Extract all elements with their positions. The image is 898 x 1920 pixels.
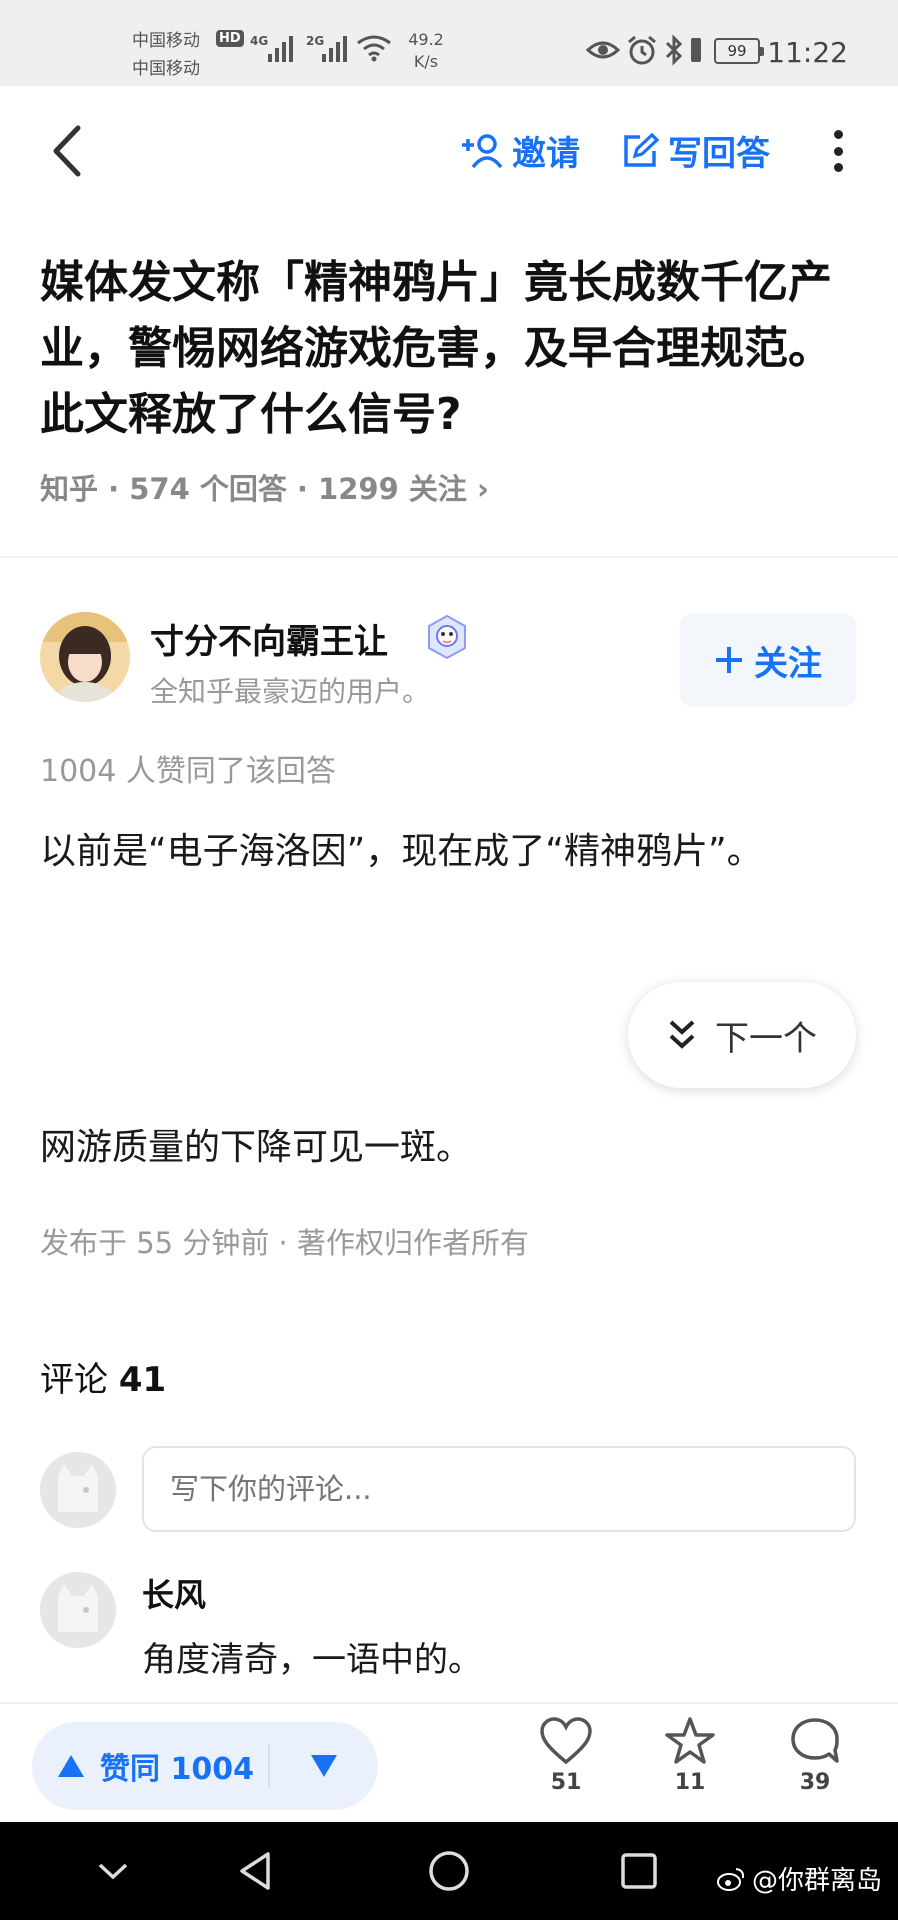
comment-input[interactable] (142, 1446, 856, 1532)
edit-icon (624, 132, 660, 167)
divider (0, 556, 898, 558)
invite-label: 邀请 (512, 134, 580, 174)
weibo-logo-icon (716, 1867, 745, 1891)
comments-heading-label: 评论 (40, 1360, 108, 1400)
vibrate-battery-icon (691, 38, 701, 62)
next-answer-button[interactable]: 下一个 (628, 982, 856, 1088)
clock: 11:22 (767, 36, 848, 69)
plus-icon (716, 647, 742, 673)
invite-button[interactable]: 邀请 (460, 126, 580, 175)
question-meta[interactable]: 知乎 · 574 个回答 · 1299 关注 › (40, 466, 489, 508)
heart-icon (540, 1717, 592, 1765)
signal-icon (322, 30, 352, 62)
upvote-button[interactable]: 赞同 1004 (32, 1722, 268, 1810)
comment-count: 39 (799, 1770, 831, 1795)
publish-info: 发布于 55 分钟前 · 著作权归作者所有 (40, 1226, 529, 1260)
answer-paragraph: 以前是“电子海洛因”，现在成了“精神鸦片”。 (40, 831, 763, 872)
hide-keyboard-icon[interactable] (88, 1846, 138, 1896)
top-nav-bar: 邀请 写回答 (0, 86, 898, 214)
eye-icon (586, 41, 620, 59)
net-speed-unit: K/s (413, 52, 439, 71)
avatar-image (40, 612, 130, 702)
upvote-label: 赞同 1004 (100, 1752, 254, 1787)
alarm-icon (628, 35, 656, 65)
author-bio: 全知乎最豪迈的用户。 (150, 675, 431, 708)
like-button[interactable]: 51 (526, 1716, 606, 1795)
hd-badge: HD (216, 30, 244, 47)
favorite-button[interactable]: 11 (650, 1716, 730, 1795)
my-avatar (40, 1452, 116, 1528)
commenter-avatar[interactable] (40, 1572, 116, 1648)
comment-button[interactable]: 39 (775, 1716, 855, 1795)
comments-count: 41 (118, 1360, 167, 1400)
comments-heading: 评论 41 (40, 1352, 166, 1401)
triangle-down-icon (311, 1755, 337, 1777)
bottom-action-bar: 赞同 1004 51 11 39 (0, 1702, 898, 1822)
comment-author-name[interactable]: 长风 (142, 1570, 206, 1616)
question-title[interactable]: 媒体发文称「精神鸦片」竟长成数千亿产业，警惕网络游戏危害，及早合理规范。此文释放… (40, 250, 870, 448)
back-arrow-icon[interactable] (40, 116, 96, 186)
wifi-icon (357, 35, 391, 62)
carrier-label-1: 中国移动 (132, 31, 200, 51)
home-icon[interactable] (424, 1846, 474, 1896)
add-person-icon (462, 133, 503, 168)
triangle-up-icon (58, 1755, 84, 1777)
recents-icon[interactable] (614, 1846, 664, 1896)
default-avatar-icon (40, 1572, 116, 1648)
follow-label: 关注 (754, 643, 822, 684)
favorite-count: 11 (674, 1770, 706, 1795)
more-options-icon[interactable] (820, 126, 856, 176)
write-answer-button[interactable]: 写回答 (620, 126, 770, 175)
system-navigation-bar: @你群离岛 (0, 1822, 898, 1920)
carrier-label-2: 中国移动 (132, 59, 200, 79)
answer-paragraph: 网游质量的下降可见一斑。 (40, 1127, 473, 1168)
star-icon (665, 1717, 715, 1764)
follow-button[interactable]: 关注 (680, 614, 856, 706)
achievement-badge-icon[interactable] (424, 614, 470, 660)
status-bar: 中国移动 中国移动 HD 4G 2G 49.2 K/s 99 11:22 (0, 0, 898, 86)
author-avatar[interactable] (40, 612, 130, 702)
next-answer-label: 下一个 (715, 1018, 817, 1059)
net-speed-value: 49.2 (408, 30, 444, 49)
default-avatar-icon (40, 1452, 116, 1528)
watermark: @你群离岛 (716, 1860, 882, 1897)
signal-icon (268, 30, 298, 62)
vote-pill: 赞同 1004 (32, 1722, 378, 1810)
author-name[interactable]: 寸分不向霸王让 (150, 614, 388, 663)
watermark-text: @你群离岛 (751, 1866, 882, 1896)
downvote-button[interactable] (270, 1722, 378, 1810)
comment-bubble-icon (791, 1718, 839, 1763)
network-type-1: 4G (250, 34, 269, 48)
bluetooth-icon (665, 34, 683, 66)
double-chevron-down-icon (669, 1020, 695, 1049)
comment-text: 角度清奇，一语中的。 (142, 1640, 482, 1680)
battery-indicator: 99 (714, 38, 764, 64)
back-icon[interactable] (232, 1846, 282, 1896)
upvote-summary: 1004 人赞同了该回答 (40, 754, 336, 789)
write-answer-label: 写回答 (668, 134, 770, 174)
like-count: 51 (550, 1770, 582, 1795)
